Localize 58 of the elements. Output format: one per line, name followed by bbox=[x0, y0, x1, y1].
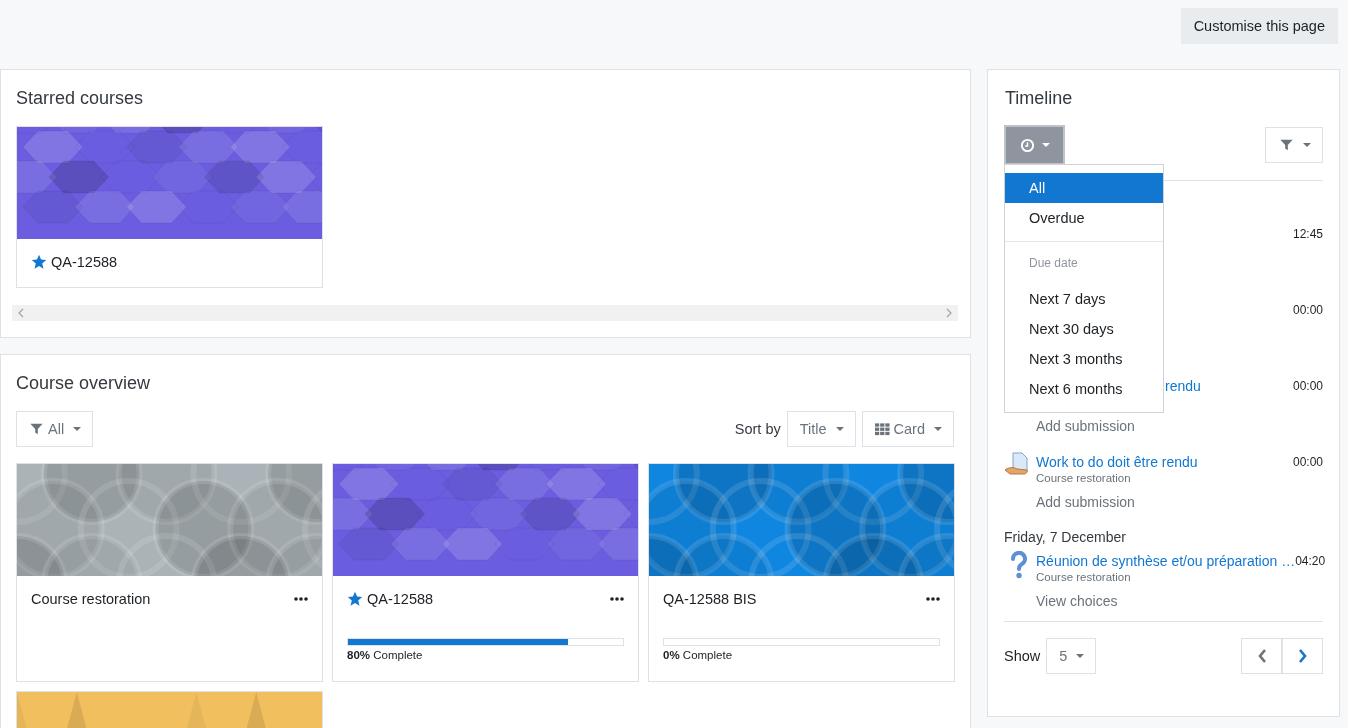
event-time: 04:20 bbox=[1295, 554, 1326, 568]
event-link[interactable]: Work to do doit être rendu bbox=[1036, 454, 1198, 470]
scroll-right-icon[interactable] bbox=[946, 308, 952, 318]
event-link[interactable]: Réunion de synthèse et/ou préparation … bbox=[1036, 553, 1296, 569]
panel-title: Timeline bbox=[1004, 87, 1074, 108]
course-name[interactable]: QA-12588 bbox=[51, 254, 118, 270]
clock-icon bbox=[1019, 137, 1035, 153]
course-name[interactable]: QA-12588 BIS bbox=[663, 591, 757, 607]
previous-page-button[interactable] bbox=[1241, 638, 1282, 674]
next-page-button[interactable] bbox=[1282, 638, 1323, 674]
progress-text: 80% Complete bbox=[347, 649, 424, 661]
course-name: Course restoration bbox=[1036, 472, 1131, 484]
menu-item[interactable]: All bbox=[1005, 173, 1163, 203]
course-card[interactable]: QA-12588 BIS 0% Complete bbox=[648, 463, 955, 682]
show-label: Show bbox=[1004, 648, 1041, 664]
course-card[interactable]: QA-12588 80% Complete bbox=[332, 463, 639, 682]
action-link[interactable]: View choices bbox=[1036, 593, 1118, 609]
course-name: Course restoration bbox=[1036, 571, 1131, 583]
course-name[interactable]: Course restoration bbox=[31, 591, 151, 607]
course-name[interactable]: QA-12588 bbox=[367, 591, 434, 607]
menu-item[interactable]: Next 7 days bbox=[1005, 284, 1163, 314]
customise-page-button[interactable]: Customise this page bbox=[1180, 8, 1338, 44]
more-options-icon[interactable] bbox=[610, 597, 624, 601]
sort-label: Sort by bbox=[734, 421, 781, 437]
sort-dropdown[interactable]: Title bbox=[786, 411, 856, 447]
filter-dropdown[interactable]: All bbox=[16, 411, 94, 447]
question-icon bbox=[1009, 551, 1029, 579]
menu-item[interactable]: Overdue bbox=[1005, 203, 1163, 233]
filter-dropdown-button[interactable] bbox=[1265, 127, 1323, 163]
menu-header: Due date bbox=[1028, 255, 1079, 272]
event-time: 00:00 bbox=[1292, 303, 1323, 317]
sort-dropdown-button[interactable] bbox=[1004, 125, 1065, 165]
menu-item[interactable]: Next 6 months bbox=[1005, 374, 1163, 404]
page-size-dropdown[interactable]: 5 bbox=[1046, 638, 1097, 674]
view-dropdown[interactable]: Card bbox=[861, 411, 954, 447]
event-time: 00:00 bbox=[1292, 455, 1323, 469]
course-card[interactable]: QA-12588 bbox=[16, 126, 323, 288]
event-time: 12:45 bbox=[1292, 227, 1323, 241]
filter-icon bbox=[1278, 138, 1294, 152]
panel-title: Starred courses bbox=[15, 87, 145, 108]
event-link[interactable]: rendu bbox=[1165, 378, 1201, 394]
course-card[interactable]: Course restoration bbox=[16, 463, 323, 682]
progress-text: 0% Complete bbox=[663, 649, 734, 661]
filter-icon bbox=[29, 422, 44, 436]
more-options-icon[interactable] bbox=[926, 597, 940, 601]
chevron-right-icon bbox=[1297, 648, 1308, 664]
event-time: 00:00 bbox=[1292, 379, 1323, 393]
date-heading: Friday, 7 December bbox=[1004, 529, 1127, 547]
action-link[interactable]: Add submission bbox=[1036, 418, 1135, 434]
action-link[interactable]: Add submission bbox=[1036, 494, 1135, 510]
scroll-left-icon[interactable] bbox=[18, 308, 24, 318]
panel-title: Course overview bbox=[15, 372, 152, 393]
menu-item[interactable]: Next 30 days bbox=[1005, 314, 1163, 344]
grid-icon bbox=[874, 422, 890, 436]
horizontal-scrollbar[interactable] bbox=[12, 305, 958, 321]
menu-item[interactable]: Next 3 months bbox=[1005, 344, 1163, 374]
chevron-left-icon bbox=[1256, 648, 1267, 664]
more-options-icon[interactable] bbox=[294, 597, 308, 601]
